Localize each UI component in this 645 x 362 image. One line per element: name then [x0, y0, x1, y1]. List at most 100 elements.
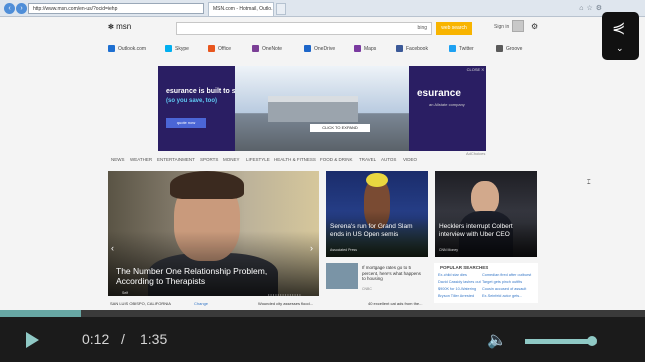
- web-search-button[interactable]: web search: [436, 22, 472, 35]
- sign-in-link[interactable]: Sign in: [494, 24, 509, 30]
- gear-icon[interactable]: ⚙: [531, 22, 538, 31]
- volume-fill: [525, 339, 592, 344]
- ad-close-button[interactable]: CLOSE X: [467, 67, 484, 72]
- popular-search-item[interactable]: $900K for 10-Watering: [438, 287, 476, 291]
- popular-search-item[interactable]: David Cassidy lashes out: [438, 280, 481, 284]
- popular-search-item[interactable]: Target gets pinch outfits: [482, 280, 522, 284]
- service-label: Twitter: [459, 46, 474, 52]
- mouse-cursor-icon: ⌶: [587, 180, 591, 186]
- browser-window: ‹ › http://www.msn.com/en-us/?ocid=iehp …: [0, 0, 645, 310]
- popular-search-item[interactable]: Cousin accused of assault: [482, 287, 526, 291]
- share-button[interactable]: ⋞ ⌄: [602, 12, 639, 60]
- chevron-left-icon[interactable]: ‹: [111, 243, 114, 253]
- popular-searches-heading: POPULAR SEARCHES: [440, 265, 489, 270]
- adchoices-link[interactable]: AdChoices: [466, 151, 485, 156]
- card-title[interactable]: Serena's run for Grand Slam ends in US O…: [330, 223, 426, 239]
- play-icon[interactable]: [26, 332, 39, 348]
- forward-arrow-icon[interactable]: ›: [16, 3, 27, 14]
- service-label: Outlook.com: [118, 46, 147, 52]
- nav-sports[interactable]: SPORTS: [200, 157, 218, 162]
- nav-health-fitness[interactable]: HEALTH & FITNESS: [274, 157, 316, 162]
- hero-title[interactable]: The Number One Relationship Problem, Acc…: [116, 266, 306, 286]
- onedrive-icon: [304, 45, 311, 53]
- browser-icons[interactable]: ⌂☆⚙: [579, 4, 605, 12]
- address-bar[interactable]: http://www.msn.com/en-us/?ocid=iehp: [28, 3, 204, 14]
- back-arrow-icon[interactable]: ‹: [4, 3, 15, 14]
- current-time: 0:12: [82, 331, 110, 347]
- weather-location: SAN LUIS OBISPO, CALIFORNIA: [110, 301, 171, 306]
- bottom-story[interactable]: 40 excellent cat ads from the...: [368, 301, 422, 306]
- ad-brand-sub: an Allstate company: [429, 102, 465, 107]
- msn-logo[interactable]: ✻ msn: [108, 22, 131, 31]
- msn-header: ✻ msn bing web search Sign in ⚙: [100, 19, 540, 39]
- popular-search-item[interactable]: Bryson Tiller Arrested: [438, 294, 474, 298]
- popular-search-item[interactable]: Ex-Seinfeld actor gets...: [482, 294, 522, 298]
- msn-page: ✻ msn bing web search Sign in ⚙ Outlook.…: [0, 17, 645, 310]
- twitter-icon: [449, 45, 456, 53]
- card-source: Associated Press: [330, 248, 358, 252]
- service-label: Office: [218, 46, 231, 52]
- service-link-twitter[interactable]: Twitter: [449, 44, 474, 54]
- ad-expand-button[interactable]: CLICK TO EXPAND: [310, 124, 370, 132]
- outlook-icon: [108, 45, 115, 53]
- office-icon: [208, 45, 215, 53]
- service-link-facebook[interactable]: Facebook: [396, 44, 428, 54]
- avatar[interactable]: [512, 20, 524, 32]
- video-controls: 0:12 / 1:35 🔈: [0, 310, 645, 362]
- service-link-office[interactable]: Office: [208, 44, 231, 54]
- nav-entertainment[interactable]: ENTERTAINMENT: [157, 157, 195, 162]
- hero-story[interactable]: ‹ › The Number One Relationship Problem,…: [108, 171, 319, 296]
- nav-video[interactable]: VIDEO: [403, 157, 417, 162]
- nav-weather[interactable]: WEATHER: [130, 157, 152, 162]
- card-source: CNN Money: [439, 248, 459, 252]
- advertisement-banner[interactable]: esurance is built to save (so you save, …: [158, 66, 486, 151]
- small-story-image: [326, 263, 358, 289]
- bottom-story[interactable]: Wounded city assesses flood...: [258, 301, 313, 306]
- volume-slider[interactable]: [525, 336, 597, 346]
- popular-searches: POPULAR SEARCHES Ex-child star dies Come…: [434, 263, 538, 303]
- service-link-groove[interactable]: Groove: [496, 44, 522, 54]
- nav-travel[interactable]: TRAVEL: [359, 157, 376, 162]
- service-label: Maps: [364, 46, 377, 52]
- volume-icon[interactable]: 🔈: [487, 330, 507, 350]
- nav-autos[interactable]: AUTOS: [381, 157, 396, 162]
- maps-icon: [354, 45, 361, 53]
- chevron-down-icon[interactable]: ⌄: [616, 43, 624, 54]
- chevron-right-icon[interactable]: ›: [310, 243, 313, 253]
- hero-person-hair: [170, 171, 244, 199]
- story-card[interactable]: Serena's run for Grand Slam ends in US O…: [326, 171, 428, 257]
- nav-food-drink[interactable]: FOOD & DRINK: [320, 157, 353, 162]
- ad-quote-button[interactable]: quote now: [166, 118, 206, 128]
- service-label: Facebook: [406, 46, 428, 52]
- ad-right-panel: CLOSE X esurance an Allstate company: [409, 66, 486, 151]
- service-link-onenote[interactable]: OneNote: [252, 44, 282, 54]
- hero-overlay: [108, 231, 319, 296]
- card-person-face: [471, 181, 499, 215]
- small-story[interactable]: If mortgage rates go to 5 percent, here'…: [326, 263, 428, 299]
- popular-search-item[interactable]: Ex-child star dies: [438, 273, 467, 277]
- carousel-dots[interactable]: ••••••••••••••: [268, 292, 302, 296]
- browser-toolbar: ‹ › http://www.msn.com/en-us/?ocid=iehp …: [0, 0, 645, 17]
- service-link-maps[interactable]: Maps: [354, 44, 376, 54]
- skype-icon: [165, 45, 172, 53]
- popular-search-item[interactable]: Comedian fired after outburst: [482, 273, 531, 277]
- service-link-skype[interactable]: Skype: [165, 44, 189, 54]
- browser-tab[interactable]: MSN.com - Hotmail, Outlo...: [208, 2, 274, 16]
- nav-money[interactable]: MONEY: [223, 157, 240, 162]
- small-story-title[interactable]: If mortgage rates go to 5 percent, here'…: [362, 265, 422, 282]
- change-location-link[interactable]: Change: [194, 301, 208, 306]
- card-player-hat: [366, 173, 388, 187]
- service-link-onedrive[interactable]: OneDrive: [304, 44, 335, 54]
- progress-bar[interactable]: [0, 310, 645, 317]
- service-link-outlook[interactable]: Outlook.com: [108, 44, 146, 54]
- nav-news[interactable]: NEWS: [111, 157, 125, 162]
- service-label: OneNote: [262, 46, 283, 52]
- butterfly-icon: ✻: [108, 24, 114, 31]
- nav-lifestyle[interactable]: LIFESTYLE: [246, 157, 270, 162]
- new-tab-button[interactable]: [276, 3, 286, 15]
- search-input[interactable]: bing: [176, 22, 432, 35]
- story-card[interactable]: Hecklers interrupt Colbert interview wit…: [435, 171, 537, 257]
- ad-subline: (so you save, too): [166, 98, 218, 104]
- card-title[interactable]: Hecklers interrupt Colbert interview wit…: [439, 223, 535, 239]
- volume-knob[interactable]: [586, 336, 597, 346]
